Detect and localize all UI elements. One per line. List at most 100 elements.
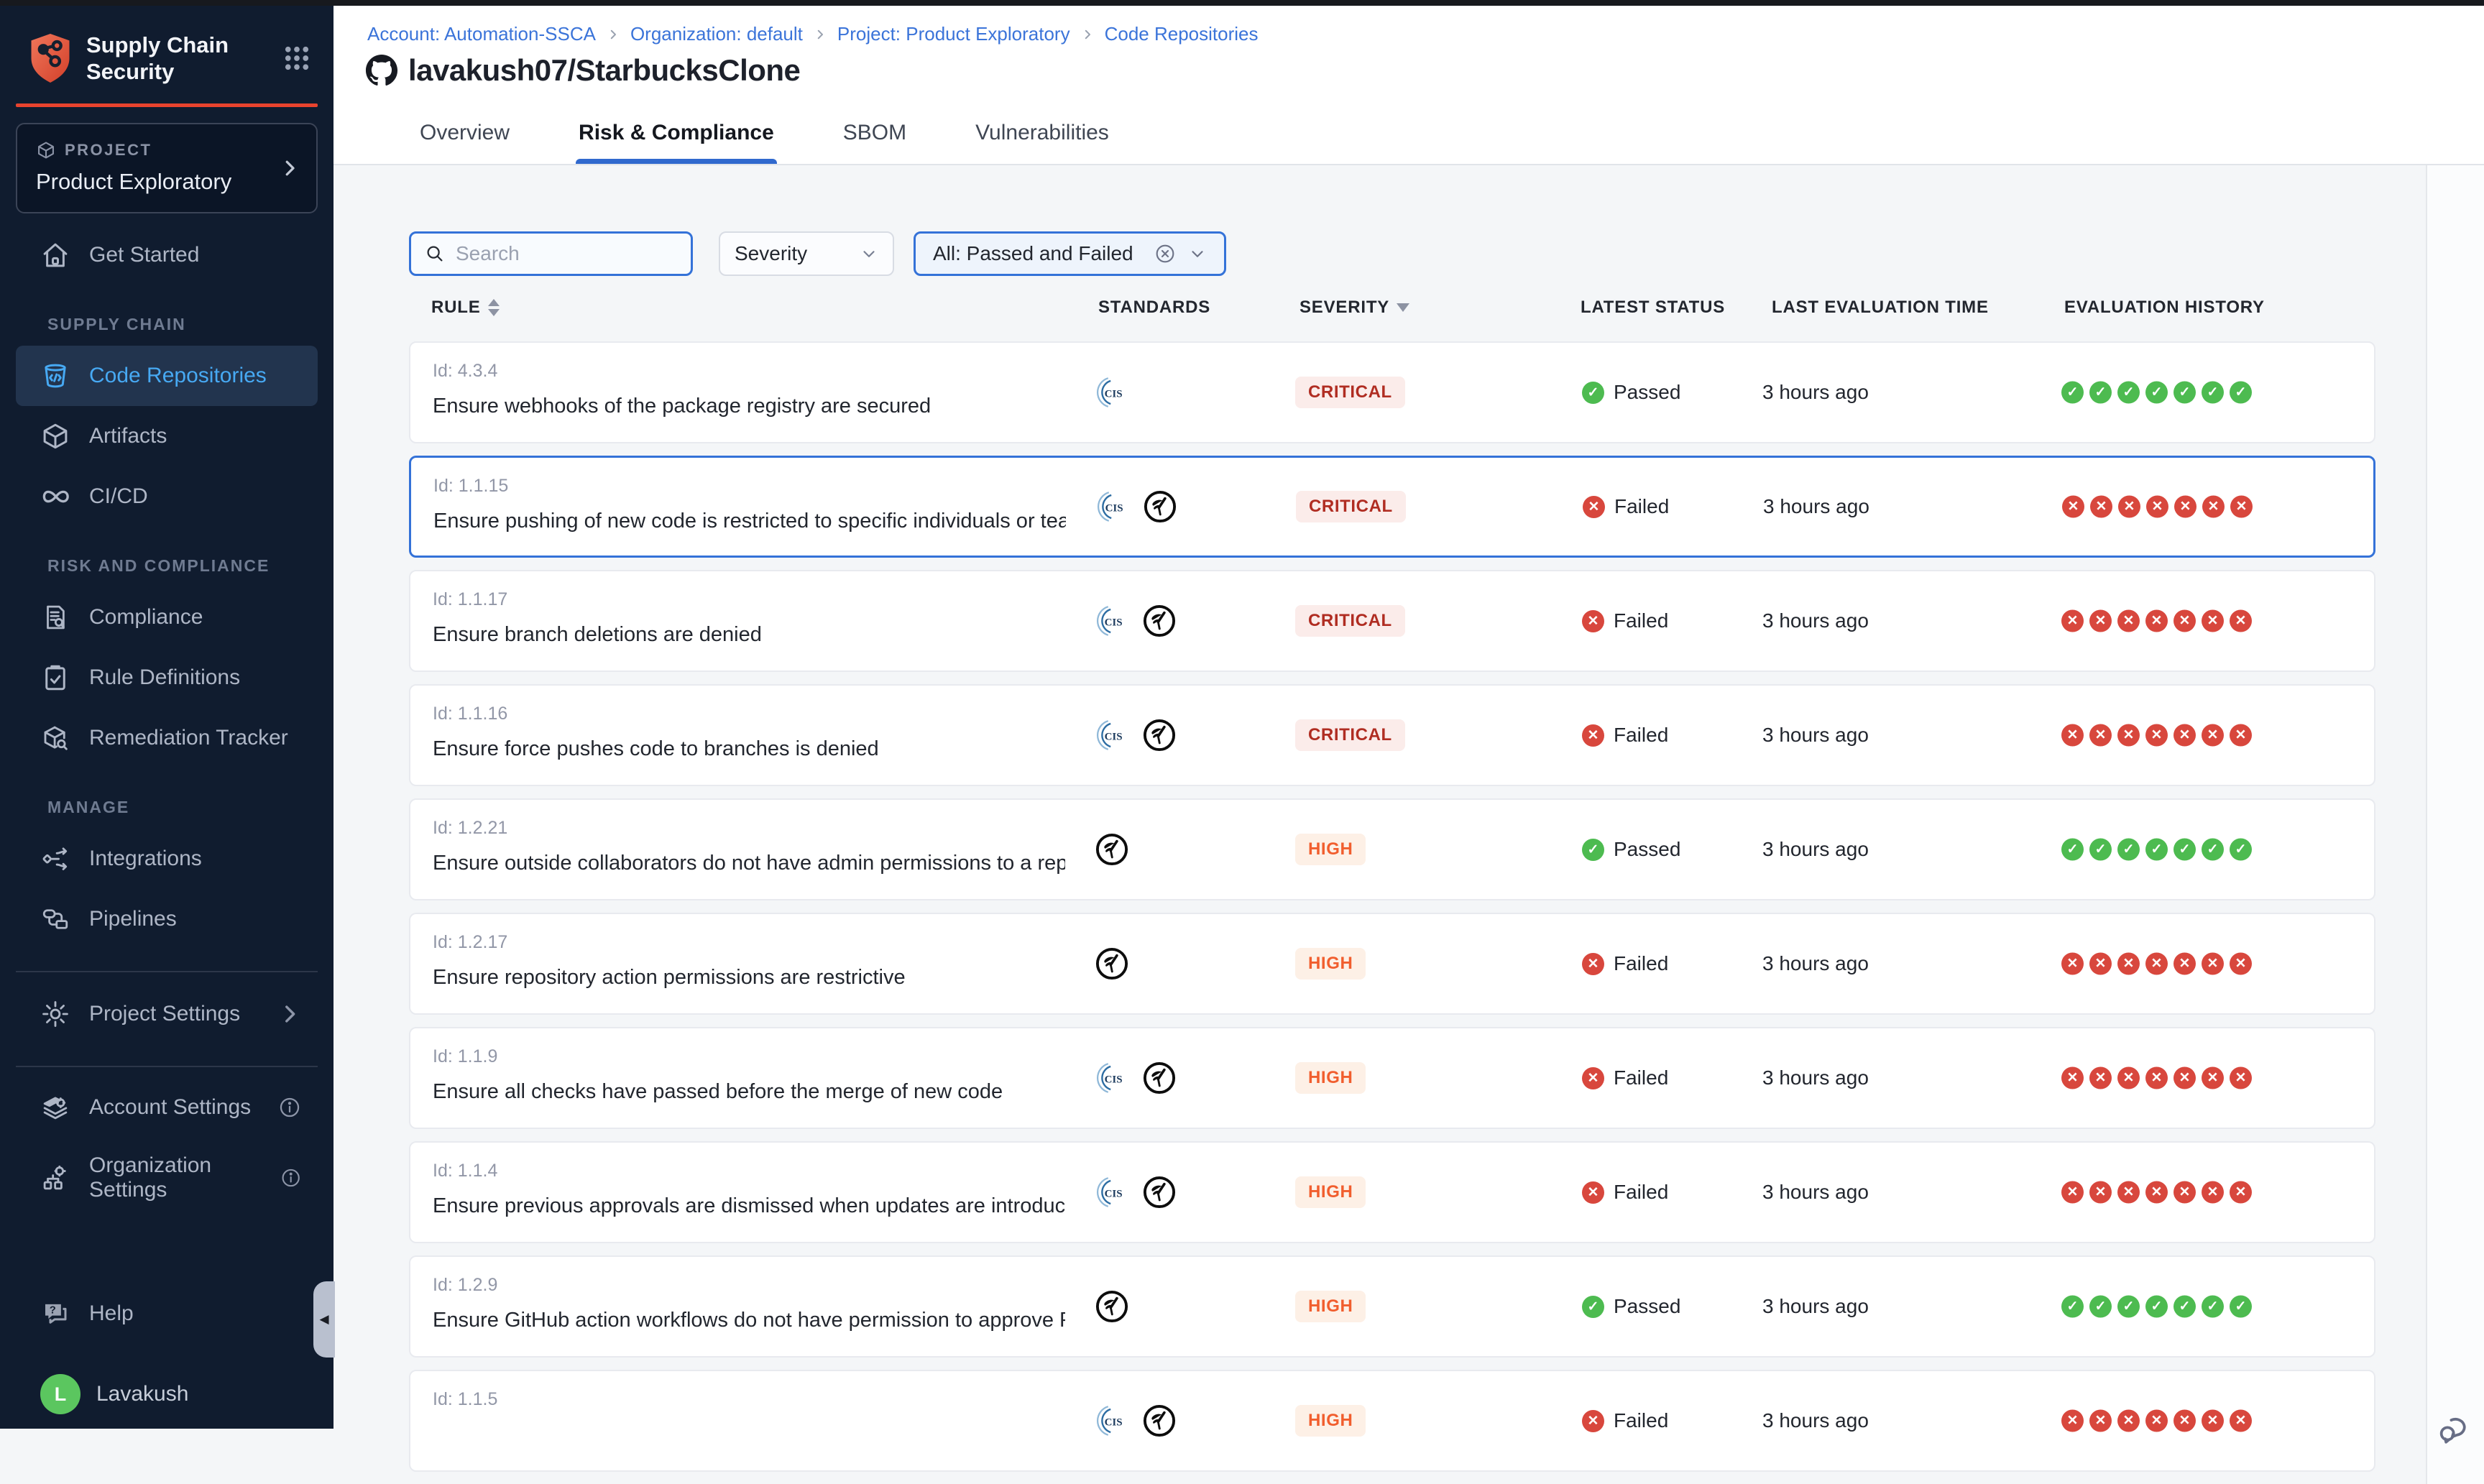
table-row[interactable]: Id: 4.3.4 Ensure webhooks of the package…: [409, 341, 2375, 443]
standards-cell: CIS: [1095, 343, 1129, 442]
last-evaluation-time: 3 hours ago: [1762, 609, 1869, 632]
rule-id: Id: 1.2.17: [433, 932, 906, 953]
sidebar-item-code-repositories[interactable]: Code Repositories: [16, 346, 318, 406]
search-input[interactable]: [456, 242, 678, 265]
module-grid-icon[interactable]: [282, 43, 312, 73]
history-fail-icon: ✕: [2145, 1181, 2168, 1204]
severity-filter-dropdown[interactable]: Severity: [719, 231, 894, 276]
last-evaluation-time: 3 hours ago: [1762, 1181, 1869, 1204]
status-failed-icon: ✕: [1582, 724, 1604, 747]
nav-section-supply-chain: SUPPLY CHAIN: [0, 303, 334, 346]
tab-risk-compliance[interactable]: Risk & Compliance: [576, 121, 777, 164]
history-pass-icon: ✓: [2061, 1296, 2084, 1318]
rule-id: Id: 1.1.5: [433, 1389, 497, 1410]
project-selector-card[interactable]: PROJECT Product Exploratory: [16, 123, 318, 213]
table-row[interactable]: Id: 1.2.21 Ensure outside collaborators …: [409, 798, 2375, 900]
sidebar-item-artifacts[interactable]: Artifacts: [16, 406, 318, 466]
breadcrumb-chevron-icon: [607, 28, 620, 41]
table-header-row: RULE STANDARDS SEVERITY LATEST STATUS LA…: [409, 292, 2375, 323]
owasp-standard-icon: [1142, 718, 1177, 752]
sidebar-item-help[interactable]: ? Help: [16, 1283, 318, 1344]
rule-id: Id: 1.1.17: [433, 589, 762, 610]
history-fail-icon: ✕: [2146, 496, 2168, 518]
status-failed-icon: ✕: [1583, 496, 1605, 518]
sidebar-item-rule-definitions[interactable]: Rule Definitions: [16, 647, 318, 708]
sidebar-item-organization-settings[interactable]: Organization Settings: [16, 1148, 318, 1208]
table-row[interactable]: Id: 1.1.4 Ensure previous approvals are …: [409, 1141, 2375, 1243]
owasp-standard-icon: [1095, 1289, 1129, 1324]
breadcrumb-link[interactable]: Organization: default: [630, 23, 803, 45]
history-fail-icon: ✕: [2090, 496, 2112, 518]
history-fail-icon: ✕: [2230, 953, 2252, 975]
table-row[interactable]: Id: 1.1.5 CIS HIGH ✕ Failed 3 hours ago …: [409, 1370, 2375, 1472]
chat-support-icon[interactable]: [2437, 1411, 2472, 1447]
supply-chain-security-logo-icon: [27, 32, 73, 84]
svg-text:CIS: CIS: [1105, 502, 1123, 514]
severity-filter-label: Severity: [735, 242, 807, 265]
history-fail-icon: ✕: [2145, 1067, 2168, 1089]
status-failed-icon: ✕: [1582, 1067, 1604, 1089]
clear-filter-icon[interactable]: [1154, 242, 1177, 265]
table-row[interactable]: Id: 1.1.17 Ensure branch deletions are d…: [409, 570, 2375, 672]
help-label: Help: [89, 1301, 134, 1326]
tab-sbom[interactable]: SBOM: [840, 121, 909, 164]
sidebar-item-get-started[interactable]: Get Started: [16, 225, 318, 285]
history-fail-icon: ✕: [2230, 610, 2252, 632]
sidebar-logo-row: Supply Chain Security: [27, 32, 312, 85]
status-label: Failed: [1614, 609, 1668, 632]
sidebar-item-compliance[interactable]: Compliance: [16, 587, 318, 647]
status-cell: ✓ Passed: [1582, 1295, 1680, 1318]
tab-vulnerabilities[interactable]: Vulnerabilities: [972, 121, 1112, 164]
history-pass-icon: ✓: [2117, 839, 2140, 861]
tab-overview[interactable]: Overview: [417, 121, 512, 164]
history-fail-icon: ✕: [2061, 953, 2084, 975]
sidebar-user-menu[interactable]: L Lavakush: [16, 1364, 318, 1424]
history-pass-icon: ✓: [2230, 382, 2252, 404]
history-fail-icon: ✕: [2202, 1181, 2224, 1204]
sidebar-collapse-handle[interactable]: ◀: [313, 1281, 335, 1358]
rule-cell: Id: 1.1.4 Ensure previous approvals are …: [433, 1161, 1065, 1218]
history-fail-icon: ✕: [2174, 1181, 2196, 1204]
search-icon: [424, 243, 446, 264]
history-fail-icon: ✕: [2202, 953, 2224, 975]
sidebar-item-integrations[interactable]: Integrations: [16, 829, 318, 889]
last-evaluation-time: 3 hours ago: [1762, 1066, 1869, 1089]
history-fail-icon: ✕: [2061, 724, 2084, 747]
help-chat-icon: ?: [40, 1299, 70, 1329]
severity-badge: HIGH: [1295, 1176, 1366, 1208]
table-row[interactable]: Id: 1.2.9 Ensure GitHub action workflows…: [409, 1255, 2375, 1358]
status-filter-dropdown[interactable]: All: Passed and Failed: [914, 231, 1226, 276]
standards-cell: CIS: [1095, 1028, 1177, 1128]
table-row[interactable]: Id: 1.2.17 Ensure repository action perm…: [409, 913, 2375, 1015]
rule-cell: Id: 1.1.15 Ensure pushing of new code is…: [433, 476, 1066, 533]
breadcrumb-link[interactable]: Code Repositories: [1105, 23, 1259, 45]
sidebar-item-label: Pipelines: [89, 907, 177, 931]
sidebar-item-label: Code Repositories: [89, 364, 267, 388]
breadcrumb-link[interactable]: Account: Automation-SSCA: [367, 23, 596, 45]
info-icon[interactable]: [277, 1095, 302, 1120]
severity-badge: HIGH: [1295, 834, 1366, 865]
status-filter-label: All: Passed and Failed: [933, 242, 1133, 265]
sidebar-settings-bottom: Account Settings Organization Settings: [0, 1067, 334, 1208]
info-icon[interactable]: [280, 1166, 302, 1190]
history-pass-icon: ✓: [2145, 839, 2168, 861]
column-header-severity[interactable]: SEVERITY: [1300, 298, 1409, 318]
table-row[interactable]: Id: 1.1.15 Ensure pushing of new code is…: [409, 456, 2375, 558]
sidebar-item-ci-cd[interactable]: CI/CD: [16, 466, 318, 527]
status-cell: ✕ Failed: [1582, 1409, 1668, 1432]
breadcrumb-link[interactable]: Project: Product Exploratory: [837, 23, 1070, 45]
history-pass-icon: ✓: [2174, 1296, 2196, 1318]
status-cell: ✓ Passed: [1582, 381, 1680, 404]
sidebar-item-remediation-tracker[interactable]: Remediation Tracker: [16, 708, 318, 768]
severity-badge: HIGH: [1295, 1405, 1366, 1437]
evaluation-history-cell: ✓✓✓✓✓✓✓: [2061, 382, 2252, 404]
sidebar-item-account-settings[interactable]: Account Settings: [16, 1077, 318, 1138]
table-body: Id: 4.3.4 Ensure webhooks of the package…: [409, 341, 2375, 1472]
sidebar-item-project-settings[interactable]: Project Settings: [16, 984, 318, 1044]
table-row[interactable]: Id: 1.1.9 Ensure all checks have passed …: [409, 1027, 2375, 1129]
table-row[interactable]: Id: 1.1.16 Ensure force pushes code to b…: [409, 684, 2375, 786]
standards-cell: [1095, 1257, 1129, 1356]
sidebar-item-pipelines[interactable]: Pipelines: [16, 889, 318, 949]
history-pass-icon: ✓: [2145, 382, 2168, 404]
column-header-rule[interactable]: RULE: [431, 298, 500, 318]
